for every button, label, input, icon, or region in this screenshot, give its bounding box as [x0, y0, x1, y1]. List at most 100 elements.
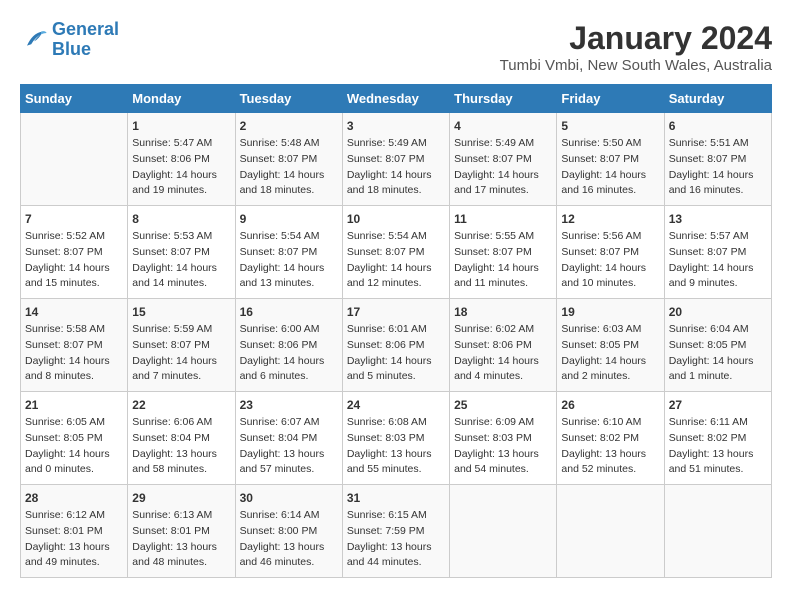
day-number: 6 [669, 119, 767, 133]
calendar-cell: 15 Sunrise: 5:59 AMSunset: 8:07 PMDaylig… [128, 299, 235, 392]
calendar-cell: 27 Sunrise: 6:11 AMSunset: 8:02 PMDaylig… [664, 392, 771, 485]
day-info: Sunrise: 6:00 AMSunset: 8:06 PMDaylight:… [240, 322, 338, 385]
day-number: 22 [132, 398, 230, 412]
day-number: 20 [669, 305, 767, 319]
day-number: 24 [347, 398, 445, 412]
calendar-cell: 24 Sunrise: 6:08 AMSunset: 8:03 PMDaylig… [342, 392, 449, 485]
day-info: Sunrise: 5:51 AMSunset: 8:07 PMDaylight:… [669, 136, 767, 199]
day-info: Sunrise: 6:01 AMSunset: 8:06 PMDaylight:… [347, 322, 445, 385]
calendar-cell: 2 Sunrise: 5:48 AMSunset: 8:07 PMDayligh… [235, 113, 342, 206]
day-info: Sunrise: 5:56 AMSunset: 8:07 PMDaylight:… [561, 229, 659, 292]
calendar-cell: 16 Sunrise: 6:00 AMSunset: 8:06 PMDaylig… [235, 299, 342, 392]
header-monday: Monday [128, 85, 235, 113]
calendar-cell: 10 Sunrise: 5:54 AMSunset: 8:07 PMDaylig… [342, 206, 449, 299]
calendar-cell: 19 Sunrise: 6:03 AMSunset: 8:05 PMDaylig… [557, 299, 664, 392]
calendar-header-row: SundayMondayTuesdayWednesdayThursdayFrid… [21, 85, 772, 113]
day-number: 26 [561, 398, 659, 412]
calendar-week-row: 28 Sunrise: 6:12 AMSunset: 8:01 PMDaylig… [21, 485, 772, 578]
day-info: Sunrise: 6:13 AMSunset: 8:01 PMDaylight:… [132, 508, 230, 571]
day-info: Sunrise: 6:12 AMSunset: 8:01 PMDaylight:… [25, 508, 123, 571]
day-number: 25 [454, 398, 552, 412]
day-info: Sunrise: 6:11 AMSunset: 8:02 PMDaylight:… [669, 415, 767, 478]
calendar-cell: 1 Sunrise: 5:47 AMSunset: 8:06 PMDayligh… [128, 113, 235, 206]
header-saturday: Saturday [664, 85, 771, 113]
day-info: Sunrise: 5:48 AMSunset: 8:07 PMDaylight:… [240, 136, 338, 199]
day-number: 3 [347, 119, 445, 133]
calendar-cell: 30 Sunrise: 6:14 AMSunset: 8:00 PMDaylig… [235, 485, 342, 578]
calendar-cell: 18 Sunrise: 6:02 AMSunset: 8:06 PMDaylig… [450, 299, 557, 392]
day-info: Sunrise: 5:54 AMSunset: 8:07 PMDaylight:… [240, 229, 338, 292]
day-info: Sunrise: 6:07 AMSunset: 8:04 PMDaylight:… [240, 415, 338, 478]
day-number: 13 [669, 212, 767, 226]
day-info: Sunrise: 6:14 AMSunset: 8:00 PMDaylight:… [240, 508, 338, 571]
calendar-cell [450, 485, 557, 578]
header-tuesday: Tuesday [235, 85, 342, 113]
header-thursday: Thursday [450, 85, 557, 113]
day-number: 4 [454, 119, 552, 133]
calendar-cell: 28 Sunrise: 6:12 AMSunset: 8:01 PMDaylig… [21, 485, 128, 578]
day-number: 12 [561, 212, 659, 226]
calendar-cell: 31 Sunrise: 6:15 AMSunset: 7:59 PMDaylig… [342, 485, 449, 578]
header-friday: Friday [557, 85, 664, 113]
day-number: 19 [561, 305, 659, 319]
day-info: Sunrise: 5:59 AMSunset: 8:07 PMDaylight:… [132, 322, 230, 385]
day-info: Sunrise: 5:47 AMSunset: 8:06 PMDaylight:… [132, 136, 230, 199]
calendar-week-row: 21 Sunrise: 6:05 AMSunset: 8:05 PMDaylig… [21, 392, 772, 485]
day-number: 8 [132, 212, 230, 226]
calendar-cell: 14 Sunrise: 5:58 AMSunset: 8:07 PMDaylig… [21, 299, 128, 392]
day-number: 10 [347, 212, 445, 226]
day-info: Sunrise: 5:49 AMSunset: 8:07 PMDaylight:… [347, 136, 445, 199]
day-info: Sunrise: 5:58 AMSunset: 8:07 PMDaylight:… [25, 322, 123, 385]
day-info: Sunrise: 5:55 AMSunset: 8:07 PMDaylight:… [454, 229, 552, 292]
day-info: Sunrise: 6:04 AMSunset: 8:05 PMDaylight:… [669, 322, 767, 385]
day-number: 16 [240, 305, 338, 319]
calendar-cell [664, 485, 771, 578]
calendar-cell: 20 Sunrise: 6:04 AMSunset: 8:05 PMDaylig… [664, 299, 771, 392]
calendar-cell: 21 Sunrise: 6:05 AMSunset: 8:05 PMDaylig… [21, 392, 128, 485]
day-info: Sunrise: 5:53 AMSunset: 8:07 PMDaylight:… [132, 229, 230, 292]
day-number: 27 [669, 398, 767, 412]
day-number: 28 [25, 491, 123, 505]
day-number: 15 [132, 305, 230, 319]
calendar-cell: 6 Sunrise: 5:51 AMSunset: 8:07 PMDayligh… [664, 113, 771, 206]
day-number: 11 [454, 212, 552, 226]
logo-text: General Blue [52, 20, 119, 60]
day-info: Sunrise: 6:10 AMSunset: 8:02 PMDaylight:… [561, 415, 659, 478]
day-info: Sunrise: 6:15 AMSunset: 7:59 PMDaylight:… [347, 508, 445, 571]
day-info: Sunrise: 6:02 AMSunset: 8:06 PMDaylight:… [454, 322, 552, 385]
day-number: 31 [347, 491, 445, 505]
calendar-cell: 4 Sunrise: 5:49 AMSunset: 8:07 PMDayligh… [450, 113, 557, 206]
title-block: January 2024 Tumbi Vmbi, New South Wales… [500, 20, 772, 74]
calendar-cell [21, 113, 128, 206]
day-number: 18 [454, 305, 552, 319]
calendar-cell: 25 Sunrise: 6:09 AMSunset: 8:03 PMDaylig… [450, 392, 557, 485]
day-number: 29 [132, 491, 230, 505]
day-number: 1 [132, 119, 230, 133]
calendar-cell: 8 Sunrise: 5:53 AMSunset: 8:07 PMDayligh… [128, 206, 235, 299]
calendar-cell: 13 Sunrise: 5:57 AMSunset: 8:07 PMDaylig… [664, 206, 771, 299]
day-info: Sunrise: 5:50 AMSunset: 8:07 PMDaylight:… [561, 136, 659, 199]
calendar-cell: 12 Sunrise: 5:56 AMSunset: 8:07 PMDaylig… [557, 206, 664, 299]
day-info: Sunrise: 6:05 AMSunset: 8:05 PMDaylight:… [25, 415, 123, 478]
day-info: Sunrise: 6:06 AMSunset: 8:04 PMDaylight:… [132, 415, 230, 478]
day-info: Sunrise: 5:52 AMSunset: 8:07 PMDaylight:… [25, 229, 123, 292]
day-info: Sunrise: 6:09 AMSunset: 8:03 PMDaylight:… [454, 415, 552, 478]
day-number: 7 [25, 212, 123, 226]
calendar-week-row: 14 Sunrise: 5:58 AMSunset: 8:07 PMDaylig… [21, 299, 772, 392]
day-number: 14 [25, 305, 123, 319]
calendar-cell: 22 Sunrise: 6:06 AMSunset: 8:04 PMDaylig… [128, 392, 235, 485]
logo-icon [20, 26, 48, 54]
calendar-cell: 23 Sunrise: 6:07 AMSunset: 8:04 PMDaylig… [235, 392, 342, 485]
day-number: 30 [240, 491, 338, 505]
page-subtitle: Tumbi Vmbi, New South Wales, Australia [500, 57, 772, 74]
day-info: Sunrise: 5:54 AMSunset: 8:07 PMDaylight:… [347, 229, 445, 292]
logo: General Blue [20, 20, 119, 60]
calendar-cell: 26 Sunrise: 6:10 AMSunset: 8:02 PMDaylig… [557, 392, 664, 485]
day-number: 17 [347, 305, 445, 319]
calendar-week-row: 7 Sunrise: 5:52 AMSunset: 8:07 PMDayligh… [21, 206, 772, 299]
calendar-week-row: 1 Sunrise: 5:47 AMSunset: 8:06 PMDayligh… [21, 113, 772, 206]
day-number: 23 [240, 398, 338, 412]
calendar-cell: 9 Sunrise: 5:54 AMSunset: 8:07 PMDayligh… [235, 206, 342, 299]
header-wednesday: Wednesday [342, 85, 449, 113]
day-info: Sunrise: 6:08 AMSunset: 8:03 PMDaylight:… [347, 415, 445, 478]
